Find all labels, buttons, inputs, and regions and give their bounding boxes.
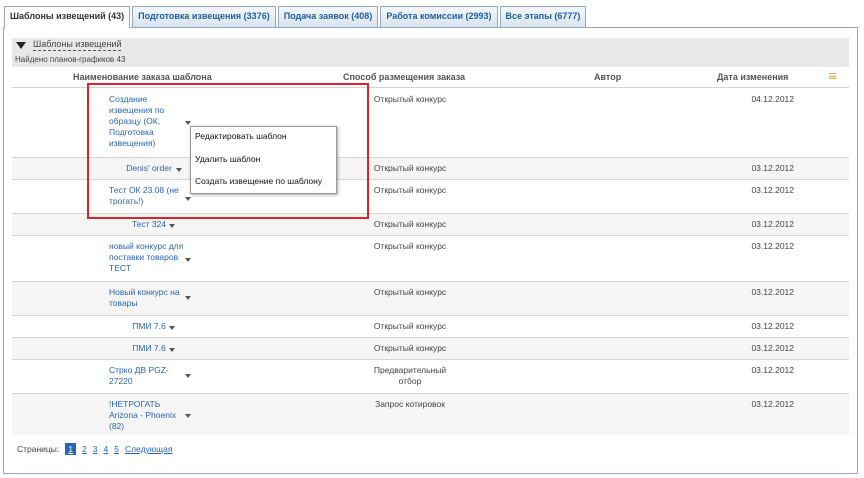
row-name-link[interactable]: ПМИ 7.6	[109, 321, 189, 332]
row-dropdown-caret-icon[interactable]	[169, 348, 175, 352]
row-name-link[interactable]: Тест ОК 23.08 (не трогать!)	[109, 185, 189, 207]
page-link[interactable]: 3	[93, 444, 98, 454]
row-date: 03.12.2012	[751, 163, 794, 173]
row-date: 03.12.2012	[751, 321, 794, 331]
table-row: !НЕТРОГАТЬ Arizona - Phoenix (82) Запрос…	[12, 393, 849, 435]
tab-notice-templates[interactable]: Шаблоны извещений (43)	[4, 6, 131, 28]
menu-item-edit-template[interactable]: Редактировать шаблон	[195, 131, 287, 141]
collapse-triangle-icon[interactable]	[16, 42, 26, 49]
row-dropdown-caret-icon[interactable]	[176, 168, 182, 172]
row-date: 03.12.2012	[751, 365, 794, 375]
row-method: Открытый конкурс	[373, 219, 447, 229]
pager-label: Страницы:	[17, 444, 60, 454]
row-context-menu: Редактировать шаблон Удалить шаблон Созд…	[190, 126, 337, 194]
page-link[interactable]: 5	[114, 444, 119, 454]
row-date: 03.12.2012	[751, 343, 794, 353]
table-header: Наименование заказа шаблона Способ разме…	[12, 67, 849, 87]
row-name-link[interactable]: ПМИ 7.6	[109, 343, 189, 354]
table-row: новый конкурс для поставки товаров ТЕСТ …	[12, 235, 849, 281]
row-method: Открытый конкурс	[373, 343, 447, 353]
table-row: Denis' order Открытый конкурс 03.12.2012	[12, 157, 849, 179]
table-row: Стрко ДВ PGZ-27220 Предварительный отбор…	[12, 359, 849, 393]
row-method: Открытый конкурс	[373, 287, 447, 297]
group-header: Шаблоны извещений Найдено планов-графико…	[12, 38, 849, 67]
table-row: ПМИ 7.6 Открытый конкурс 03.12.2012	[12, 337, 849, 359]
next-page-link[interactable]: Следующая	[125, 444, 173, 454]
menu-item-create-notice[interactable]: Создать извещение по шаблону	[195, 176, 322, 186]
row-date: 03.12.2012	[751, 287, 794, 297]
row-name-link[interactable]: Создание извещения по образцу (ОК, Подго…	[109, 94, 189, 149]
row-method: Открытый конкурс	[373, 163, 447, 173]
row-method: Открытый конкурс	[373, 241, 447, 251]
row-method: Предварительный отбор	[373, 365, 447, 386]
column-menu-icon[interactable]	[829, 73, 836, 79]
row-name-link[interactable]: Новый конкурс на товары	[109, 287, 189, 309]
tab-commission-work[interactable]: Работа комиссии (2993)	[380, 6, 498, 27]
row-date: 03.12.2012	[751, 219, 794, 229]
tab-bar: Шаблоны извещений (43) Подготовка извеще…	[4, 6, 588, 28]
row-method: Открытый конкурс	[373, 185, 447, 195]
column-header-name[interactable]: Наименование заказа шаблона	[73, 72, 212, 82]
page-link[interactable]: 2	[82, 444, 87, 454]
column-header-method[interactable]: Способ размещения заказа	[343, 72, 465, 82]
tab-all-stages[interactable]: Все этапы (6777)	[499, 6, 587, 27]
group-title[interactable]: Шаблоны извещений	[33, 39, 122, 51]
page-link[interactable]: 4	[103, 444, 108, 454]
row-date: 04.12.2012	[751, 94, 794, 104]
row-dropdown-caret-icon[interactable]	[169, 326, 175, 330]
row-dropdown-caret-icon[interactable]	[185, 374, 191, 378]
column-header-author[interactable]: Автор	[594, 72, 621, 82]
row-dropdown-caret-icon[interactable]	[185, 296, 191, 300]
row-dropdown-caret-icon[interactable]	[185, 197, 191, 201]
table-row: Создание извещения по образцу (ОК, Подго…	[12, 87, 849, 157]
table-row: Тест 324 Открытый конкурс 03.12.2012	[12, 213, 849, 235]
row-name-link[interactable]: новый конкурс для поставки товаров ТЕСТ	[109, 241, 189, 274]
pagination: Страницы: 1 2 3 4 5 Следующая	[17, 443, 179, 455]
row-date: 03.12.2012	[751, 399, 794, 409]
row-method: Открытый конкурс	[373, 94, 447, 104]
row-date: 03.12.2012	[751, 241, 794, 251]
row-dropdown-caret-icon[interactable]	[185, 258, 191, 262]
row-method: Открытый конкурс	[373, 321, 447, 331]
found-count: Найдено планов-графиков 43	[15, 55, 126, 64]
row-method: Запрос котировок	[375, 399, 445, 409]
menu-item-delete-template[interactable]: Удалить шаблон	[195, 154, 260, 164]
tab-bid-submission[interactable]: Подача заявок (408)	[277, 6, 379, 27]
column-header-date[interactable]: Дата изменения	[717, 72, 788, 82]
row-name-link[interactable]: !НЕТРОГАТЬ Arizona - Phoenix (82)	[109, 399, 189, 432]
table-row: Новый конкурс на товары Открытый конкурс…	[12, 281, 849, 315]
tab-notice-preparation[interactable]: Подготовка извещения (3376)	[132, 6, 276, 27]
row-name-link[interactable]: Стрко ДВ PGZ-27220	[109, 365, 189, 387]
table-row: Тест ОК 23.08 (не трогать!) Открытый кон…	[12, 179, 849, 213]
row-name-link[interactable]: Тест 324	[109, 219, 189, 230]
page-link-current[interactable]: 1	[65, 443, 77, 455]
row-date: 03.12.2012	[751, 185, 794, 195]
table-row: ПМИ 7.6 Открытый конкурс 03.12.2012	[12, 315, 849, 337]
row-dropdown-caret-icon[interactable]	[185, 414, 191, 418]
row-dropdown-caret-icon[interactable]	[185, 121, 191, 125]
row-dropdown-caret-icon[interactable]	[169, 224, 175, 228]
